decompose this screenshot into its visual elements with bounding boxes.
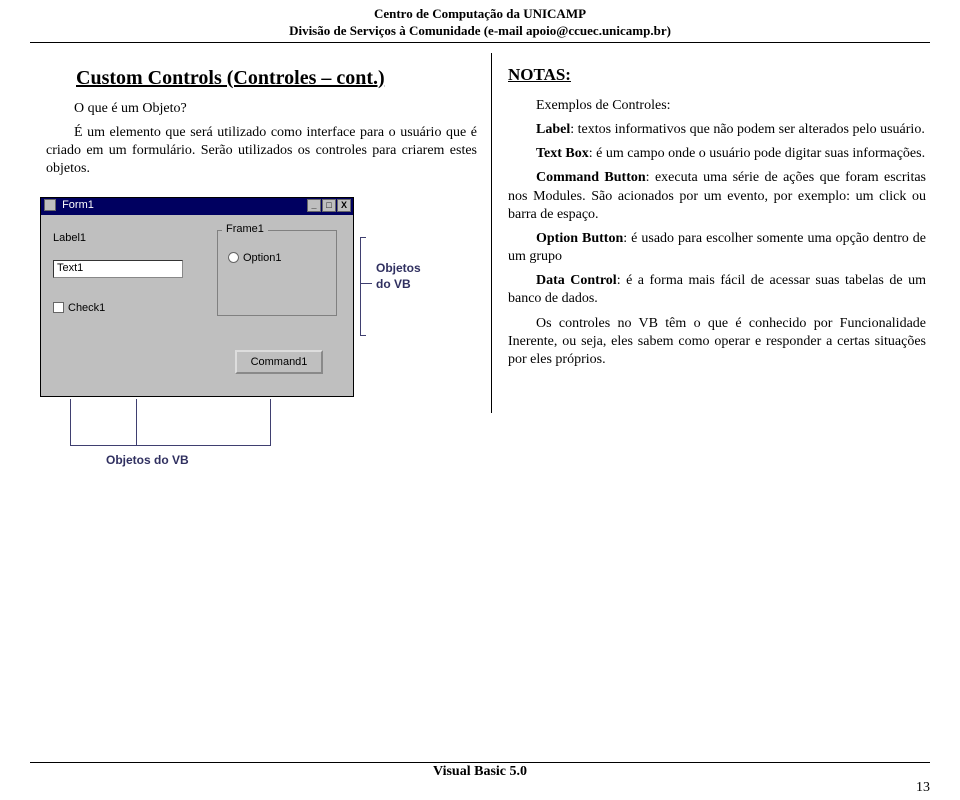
note-data-term: Data Control (536, 273, 617, 288)
left-column: Custom Controls (Controles – cont.) O qu… (46, 53, 491, 413)
radio-icon (228, 252, 239, 263)
note-label-text: : textos informativos que não podem ser … (570, 122, 925, 137)
brace-mid (360, 283, 372, 284)
annotation-objetos-bottom: Objetos do VB (106, 453, 189, 467)
page-footer: Visual Basic 5.0 (0, 762, 960, 780)
note-textbox-text: : é um campo onde o usuário pode digitar… (589, 146, 925, 161)
header-line2: Divisão de Serviços à Comunidade (e-mail… (0, 23, 960, 40)
note-commandbutton: Command Button: executa uma série de açõ… (508, 169, 926, 224)
maximize-button[interactable]: □ (322, 199, 336, 212)
footer-text: Visual Basic 5.0 (0, 764, 960, 780)
vb-frame-control: Frame1 Option1 (217, 230, 337, 316)
close-button[interactable]: X (337, 199, 351, 212)
vb-command-button[interactable]: Command1 (235, 350, 323, 374)
annotation-objetos-right-line1: Objetos (376, 261, 421, 275)
vb-frame-label: Frame1 (223, 223, 267, 235)
notas-heading: NOTAS: (508, 65, 926, 85)
vb-option-control[interactable]: Option1 (228, 252, 282, 264)
notas-intro: Exemplos de Controles: (508, 97, 926, 115)
body-text: É um elemento que será utilizado como in… (46, 124, 477, 179)
vb-textbox-control[interactable]: Text1 (53, 260, 183, 278)
window-title: Form1 (62, 199, 94, 211)
question-text: O que é um Objeto? (46, 100, 477, 118)
note-label: Label: textos informativos que não podem… (508, 121, 926, 139)
vb-titlebar: Form1 _ □ X (41, 198, 353, 215)
note-opt-term: Option Button (536, 231, 623, 246)
section-title: Custom Controls (Controles – cont.) (76, 67, 477, 90)
window-controls: _ □ X (307, 199, 351, 212)
vb-label-control: Label1 (53, 232, 86, 244)
brace-line (360, 237, 361, 335)
page-header: Centro de Computação da UNICAMP Divisão … (0, 0, 960, 40)
note-label-term: Label (536, 122, 570, 137)
note-cmd-term: Command Button (536, 170, 646, 185)
header-line1: Centro de Computação da UNICAMP (0, 6, 960, 23)
brace-bottom (360, 335, 366, 336)
annotation-objetos-right-line2: do VB (376, 277, 411, 291)
note-datacontrol: Data Control: é a forma mais fácil de ac… (508, 272, 926, 308)
note-textbox-term: Text Box (536, 146, 589, 161)
minimize-button[interactable]: _ (307, 199, 321, 212)
checkbox-icon (53, 302, 64, 313)
vb-form-window: Form1 _ □ X Label1 Text1 Frame1 Option1 (40, 197, 354, 397)
vb-checkbox-control[interactable]: Check1 (53, 302, 105, 314)
brace-top (360, 237, 366, 238)
window-icon (44, 199, 56, 211)
footer-rule (30, 762, 930, 763)
note-final: Os controles no VB têm o que é conhecido… (508, 315, 926, 370)
page-number: 13 (916, 780, 930, 796)
note-optionbutton: Option Button: é usado para escolher som… (508, 230, 926, 266)
note-textbox: Text Box: é um campo onde o usuário pode… (508, 145, 926, 163)
content-columns: Custom Controls (Controles – cont.) O qu… (0, 43, 960, 413)
right-column: NOTAS: Exemplos de Controles: Label: tex… (491, 53, 926, 413)
vb-form-screenshot: Form1 _ □ X Label1 Text1 Frame1 Option1 (40, 197, 453, 413)
